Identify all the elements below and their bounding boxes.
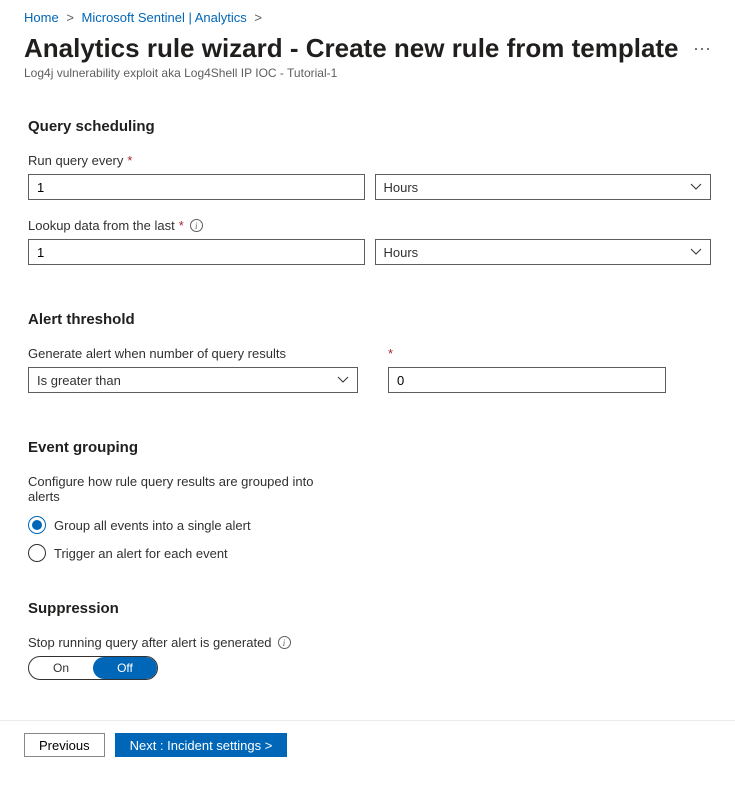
previous-button[interactable]: Previous xyxy=(24,733,105,757)
lookup-data-input[interactable] xyxy=(28,239,365,265)
section-suppression: Suppression xyxy=(28,600,711,617)
page-title: Analytics rule wizard - Create new rule … xyxy=(24,33,683,64)
breadcrumb: Home > Microsoft Sentinel | Analytics > xyxy=(0,10,735,31)
wizard-footer: Previous Next : Incident settings > xyxy=(0,720,735,769)
suppression-toggle[interactable]: On Off xyxy=(28,656,158,680)
page-subtitle: Log4j vulnerability exploit aka Log4Shel… xyxy=(0,64,735,88)
chevron-right-icon: > xyxy=(254,10,262,25)
more-actions-icon[interactable]: ··· xyxy=(683,38,711,59)
alert-threshold-label: Generate alert when number of query resu… xyxy=(28,346,358,361)
required-asterisk: * xyxy=(127,153,132,168)
alert-threshold-value-input[interactable] xyxy=(388,367,666,393)
run-query-every-unit-select[interactable]: Hours xyxy=(375,174,712,200)
section-alert-threshold: Alert threshold xyxy=(28,311,711,328)
radio-group-all-events[interactable]: Group all events into a single alert xyxy=(28,516,711,534)
chevron-down-icon xyxy=(690,246,702,258)
next-button[interactable]: Next : Incident settings > xyxy=(115,733,288,757)
breadcrumb-sentinel-analytics[interactable]: Microsoft Sentinel | Analytics xyxy=(82,10,247,25)
toggle-off-label: Off xyxy=(93,657,157,679)
alert-threshold-operator-select[interactable]: Is greater than xyxy=(28,367,358,393)
chevron-right-icon: > xyxy=(66,10,74,25)
suppression-label: Stop running query after alert is genera… xyxy=(28,635,711,650)
info-icon[interactable]: i xyxy=(278,636,291,649)
run-query-every-input[interactable] xyxy=(28,174,365,200)
lookup-data-unit-value: Hours xyxy=(384,245,419,260)
run-query-every-unit-value: Hours xyxy=(384,180,419,195)
lookup-data-label: Lookup data from the last * i xyxy=(28,218,711,233)
alert-threshold-operator-value: Is greater than xyxy=(37,373,121,388)
section-query-scheduling: Query scheduling xyxy=(28,118,711,135)
radio-trigger-each-event[interactable]: Trigger an alert for each event xyxy=(28,544,711,562)
radio-trigger-each-event-label: Trigger an alert for each event xyxy=(54,546,228,561)
required-asterisk: * xyxy=(388,346,393,361)
toggle-on-label: On xyxy=(29,657,93,679)
breadcrumb-home[interactable]: Home xyxy=(24,10,59,25)
section-event-grouping: Event grouping xyxy=(28,439,711,456)
event-grouping-description: Configure how rule query results are gro… xyxy=(28,474,348,504)
chevron-down-icon xyxy=(337,374,349,386)
lookup-data-unit-select[interactable]: Hours xyxy=(375,239,712,265)
radio-group-all-events-label: Group all events into a single alert xyxy=(54,518,251,533)
chevron-down-icon xyxy=(690,181,702,193)
radio-icon xyxy=(28,516,46,534)
radio-icon xyxy=(28,544,46,562)
run-query-every-label: Run query every * xyxy=(28,153,711,168)
required-asterisk: * xyxy=(179,218,184,233)
info-icon[interactable]: i xyxy=(190,219,203,232)
